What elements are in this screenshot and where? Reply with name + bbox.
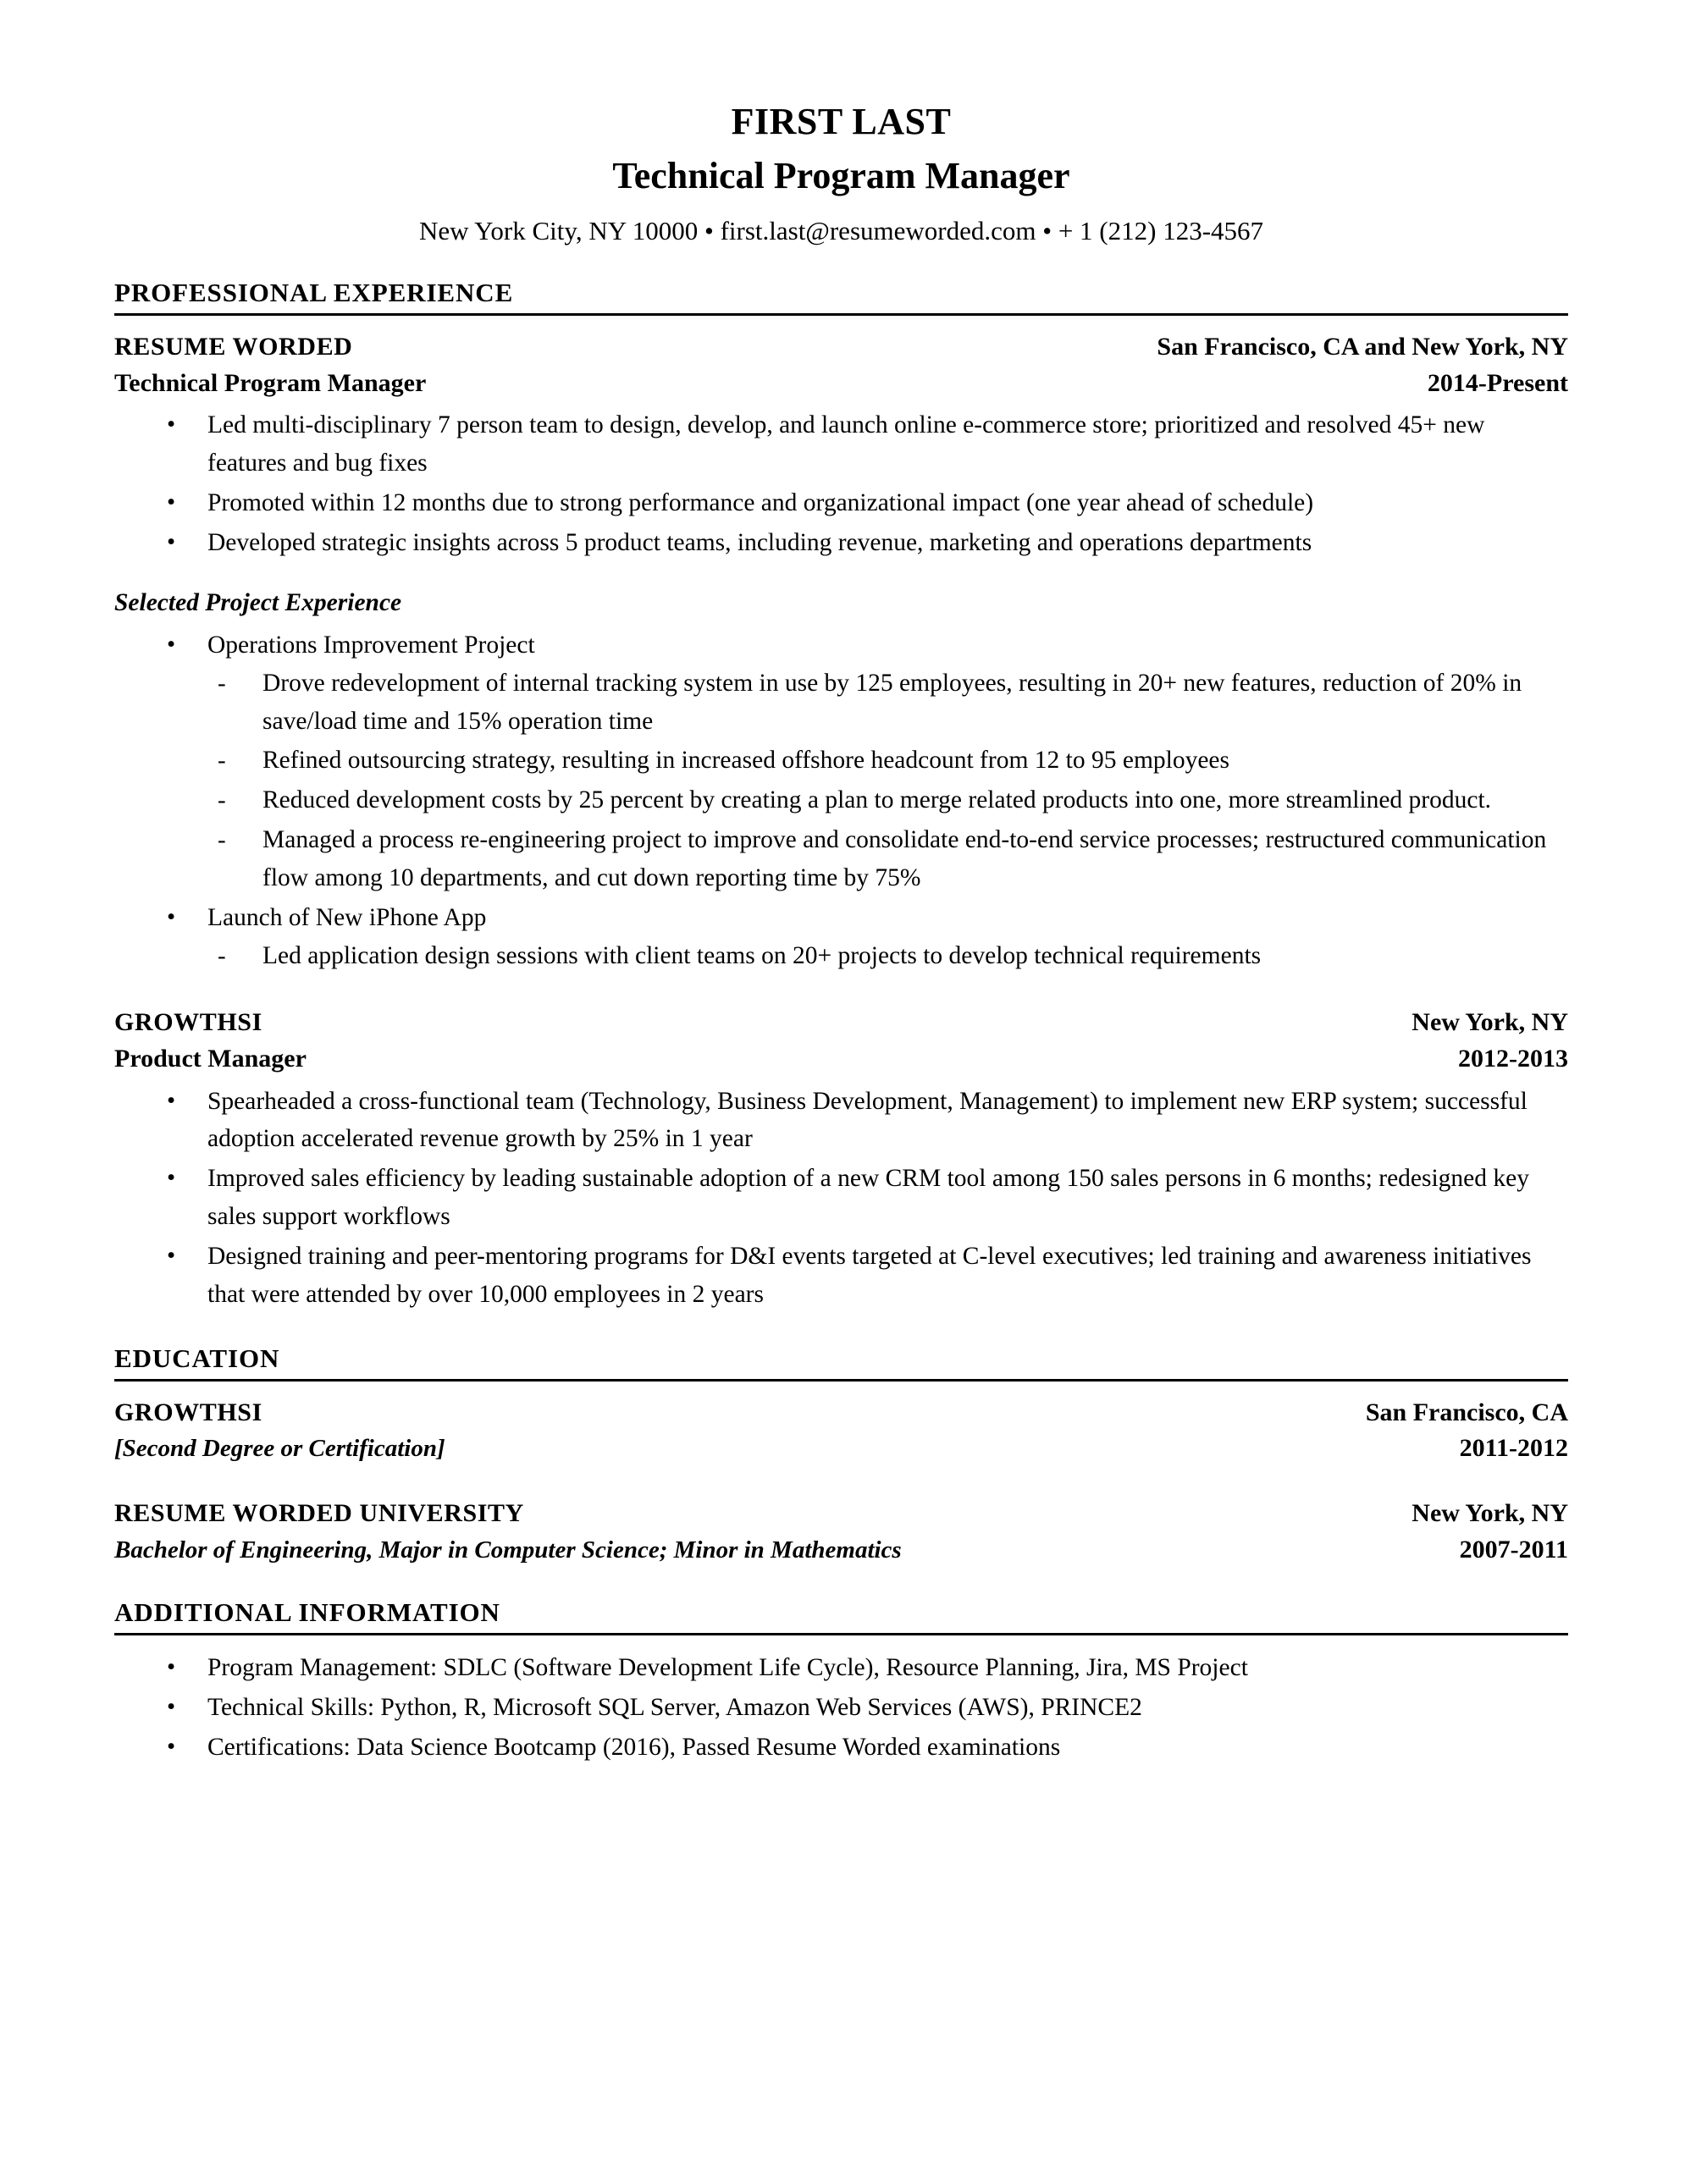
- list-item: Drove redevelopment of internal tracking…: [207, 665, 1568, 741]
- list-item: Refined outsourcing strategy, resulting …: [207, 742, 1568, 780]
- section-title-education: EDUCATION: [114, 1343, 280, 1373]
- experience-bullet-list: Spearheaded a cross-functional team (Tec…: [114, 1082, 1568, 1314]
- experience-location: New York, NY: [1412, 1008, 1568, 1037]
- education-entry: RESUME WORDED UNIVERSITY New York, NY Ba…: [114, 1496, 1568, 1568]
- education-degree: [Second Degree or Certification]: [114, 1435, 445, 1463]
- education-degree-row: Bachelor of Engineering, Major in Comput…: [114, 1532, 1568, 1569]
- list-item: Launch of New iPhone App Led application…: [114, 898, 1568, 975]
- experience-org: RESUME WORDED: [114, 333, 353, 361]
- list-item: Technical Skills: Python, R, Microsoft S…: [114, 1688, 1568, 1727]
- education-location: San Francisco, CA: [1365, 1398, 1568, 1426]
- list-item: Operations Improvement Project Drove red…: [114, 626, 1568, 897]
- experience-role-row: Technical Program Manager 2014-Present: [114, 366, 1568, 402]
- list-item: Promoted within 12 months due to strong …: [114, 483, 1568, 522]
- resume-page: FIRST LAST Technical Program Manager New…: [0, 0, 1685, 2184]
- experience-org: GROWTHSI: [114, 1008, 262, 1037]
- list-item: Program Management: SDLC (Software Devel…: [114, 1648, 1568, 1687]
- section-divider: [114, 1633, 1568, 1636]
- education-location: New York, NY: [1412, 1498, 1568, 1527]
- resume-header: FIRST LAST Technical Program Manager New…: [114, 100, 1568, 248]
- experience-role-row: Product Manager 2012-2013: [114, 1041, 1568, 1078]
- education-org: RESUME WORDED UNIVERSITY: [114, 1498, 524, 1527]
- section-divider: [114, 313, 1568, 317]
- section-divider: [114, 1378, 1568, 1382]
- project-list: Operations Improvement Project Drove red…: [114, 626, 1568, 974]
- experience-dates: 2014-Present: [1427, 368, 1568, 397]
- education-org-row: RESUME WORDED UNIVERSITY New York, NY: [114, 1496, 1568, 1532]
- list-item: Managed a process re-engineering project…: [207, 821, 1568, 897]
- education-degree-row: [Second Degree or Certification] 2011-20…: [114, 1431, 1568, 1467]
- list-item: Led application design sessions with cli…: [207, 937, 1568, 975]
- experience-entry: GROWTHSI New York, NY Product Manager 20…: [114, 1005, 1568, 1313]
- project-detail-list: Drove redevelopment of internal tracking…: [207, 665, 1568, 897]
- project-detail-list: Led application design sessions with cli…: [207, 937, 1568, 975]
- education-org-row: GROWTHSI San Francisco, CA: [114, 1395, 1568, 1431]
- experience-org-row: GROWTHSI New York, NY: [114, 1005, 1568, 1041]
- list-item: Improved sales efficiency by leading sus…: [114, 1159, 1568, 1236]
- section-additional-information: ADDITIONAL INFORMATION Program Managemen…: [114, 1597, 1568, 1767]
- experience-org-row: RESUME WORDED San Francisco, CA and New …: [114, 329, 1568, 366]
- experience-entry: RESUME WORDED San Francisco, CA and New …: [114, 329, 1568, 974]
- experience-bullet-list: Led multi-disciplinary 7 person team to …: [114, 405, 1568, 562]
- contact-line: New York City, NY 10000 • first.last@res…: [418, 215, 1264, 245]
- selected-project-experience-heading: Selected Project Experience: [114, 588, 402, 616]
- section-professional-experience: PROFESSIONAL EXPERIENCE RESUME WORDED Sa…: [114, 277, 1568, 1314]
- additional-bullet-list: Program Management: SDLC (Software Devel…: [114, 1648, 1568, 1767]
- section-education: EDUCATION GROWTHSI San Francisco, CA [Se…: [114, 1343, 1568, 1569]
- section-title-experience: PROFESSIONAL EXPERIENCE: [114, 278, 514, 307]
- candidate-name: FIRST LAST: [731, 101, 952, 142]
- list-item: Designed training and peer-mentoring pro…: [114, 1237, 1568, 1314]
- education-degree: Bachelor of Engineering, Major in Comput…: [114, 1536, 902, 1564]
- project-name: Launch of New iPhone App: [207, 903, 487, 931]
- experience-dates: 2012-2013: [1458, 1044, 1568, 1073]
- candidate-headline: Technical Program Manager: [612, 154, 1070, 196]
- section-title-additional: ADDITIONAL INFORMATION: [114, 1597, 500, 1628]
- experience-role: Product Manager: [114, 1044, 307, 1073]
- list-item: Led multi-disciplinary 7 person team to …: [114, 405, 1568, 483]
- project-name: Operations Improvement Project: [207, 631, 535, 659]
- experience-role: Technical Program Manager: [114, 368, 427, 397]
- education-entry: GROWTHSI San Francisco, CA [Second Degre…: [114, 1395, 1568, 1467]
- education-dates: 2011-2012: [1459, 1434, 1568, 1463]
- experience-location: San Francisco, CA and New York, NY: [1157, 333, 1568, 361]
- list-item: Spearheaded a cross-functional team (Tec…: [114, 1082, 1568, 1159]
- education-org: GROWTHSI: [114, 1398, 262, 1426]
- list-item: Developed strategic insights across 5 pr…: [114, 523, 1568, 562]
- list-item: Reduced development costs by 25 percent …: [207, 781, 1568, 819]
- education-dates: 2007-2011: [1459, 1535, 1568, 1564]
- list-item: Certifications: Data Science Bootcamp (2…: [114, 1728, 1568, 1767]
